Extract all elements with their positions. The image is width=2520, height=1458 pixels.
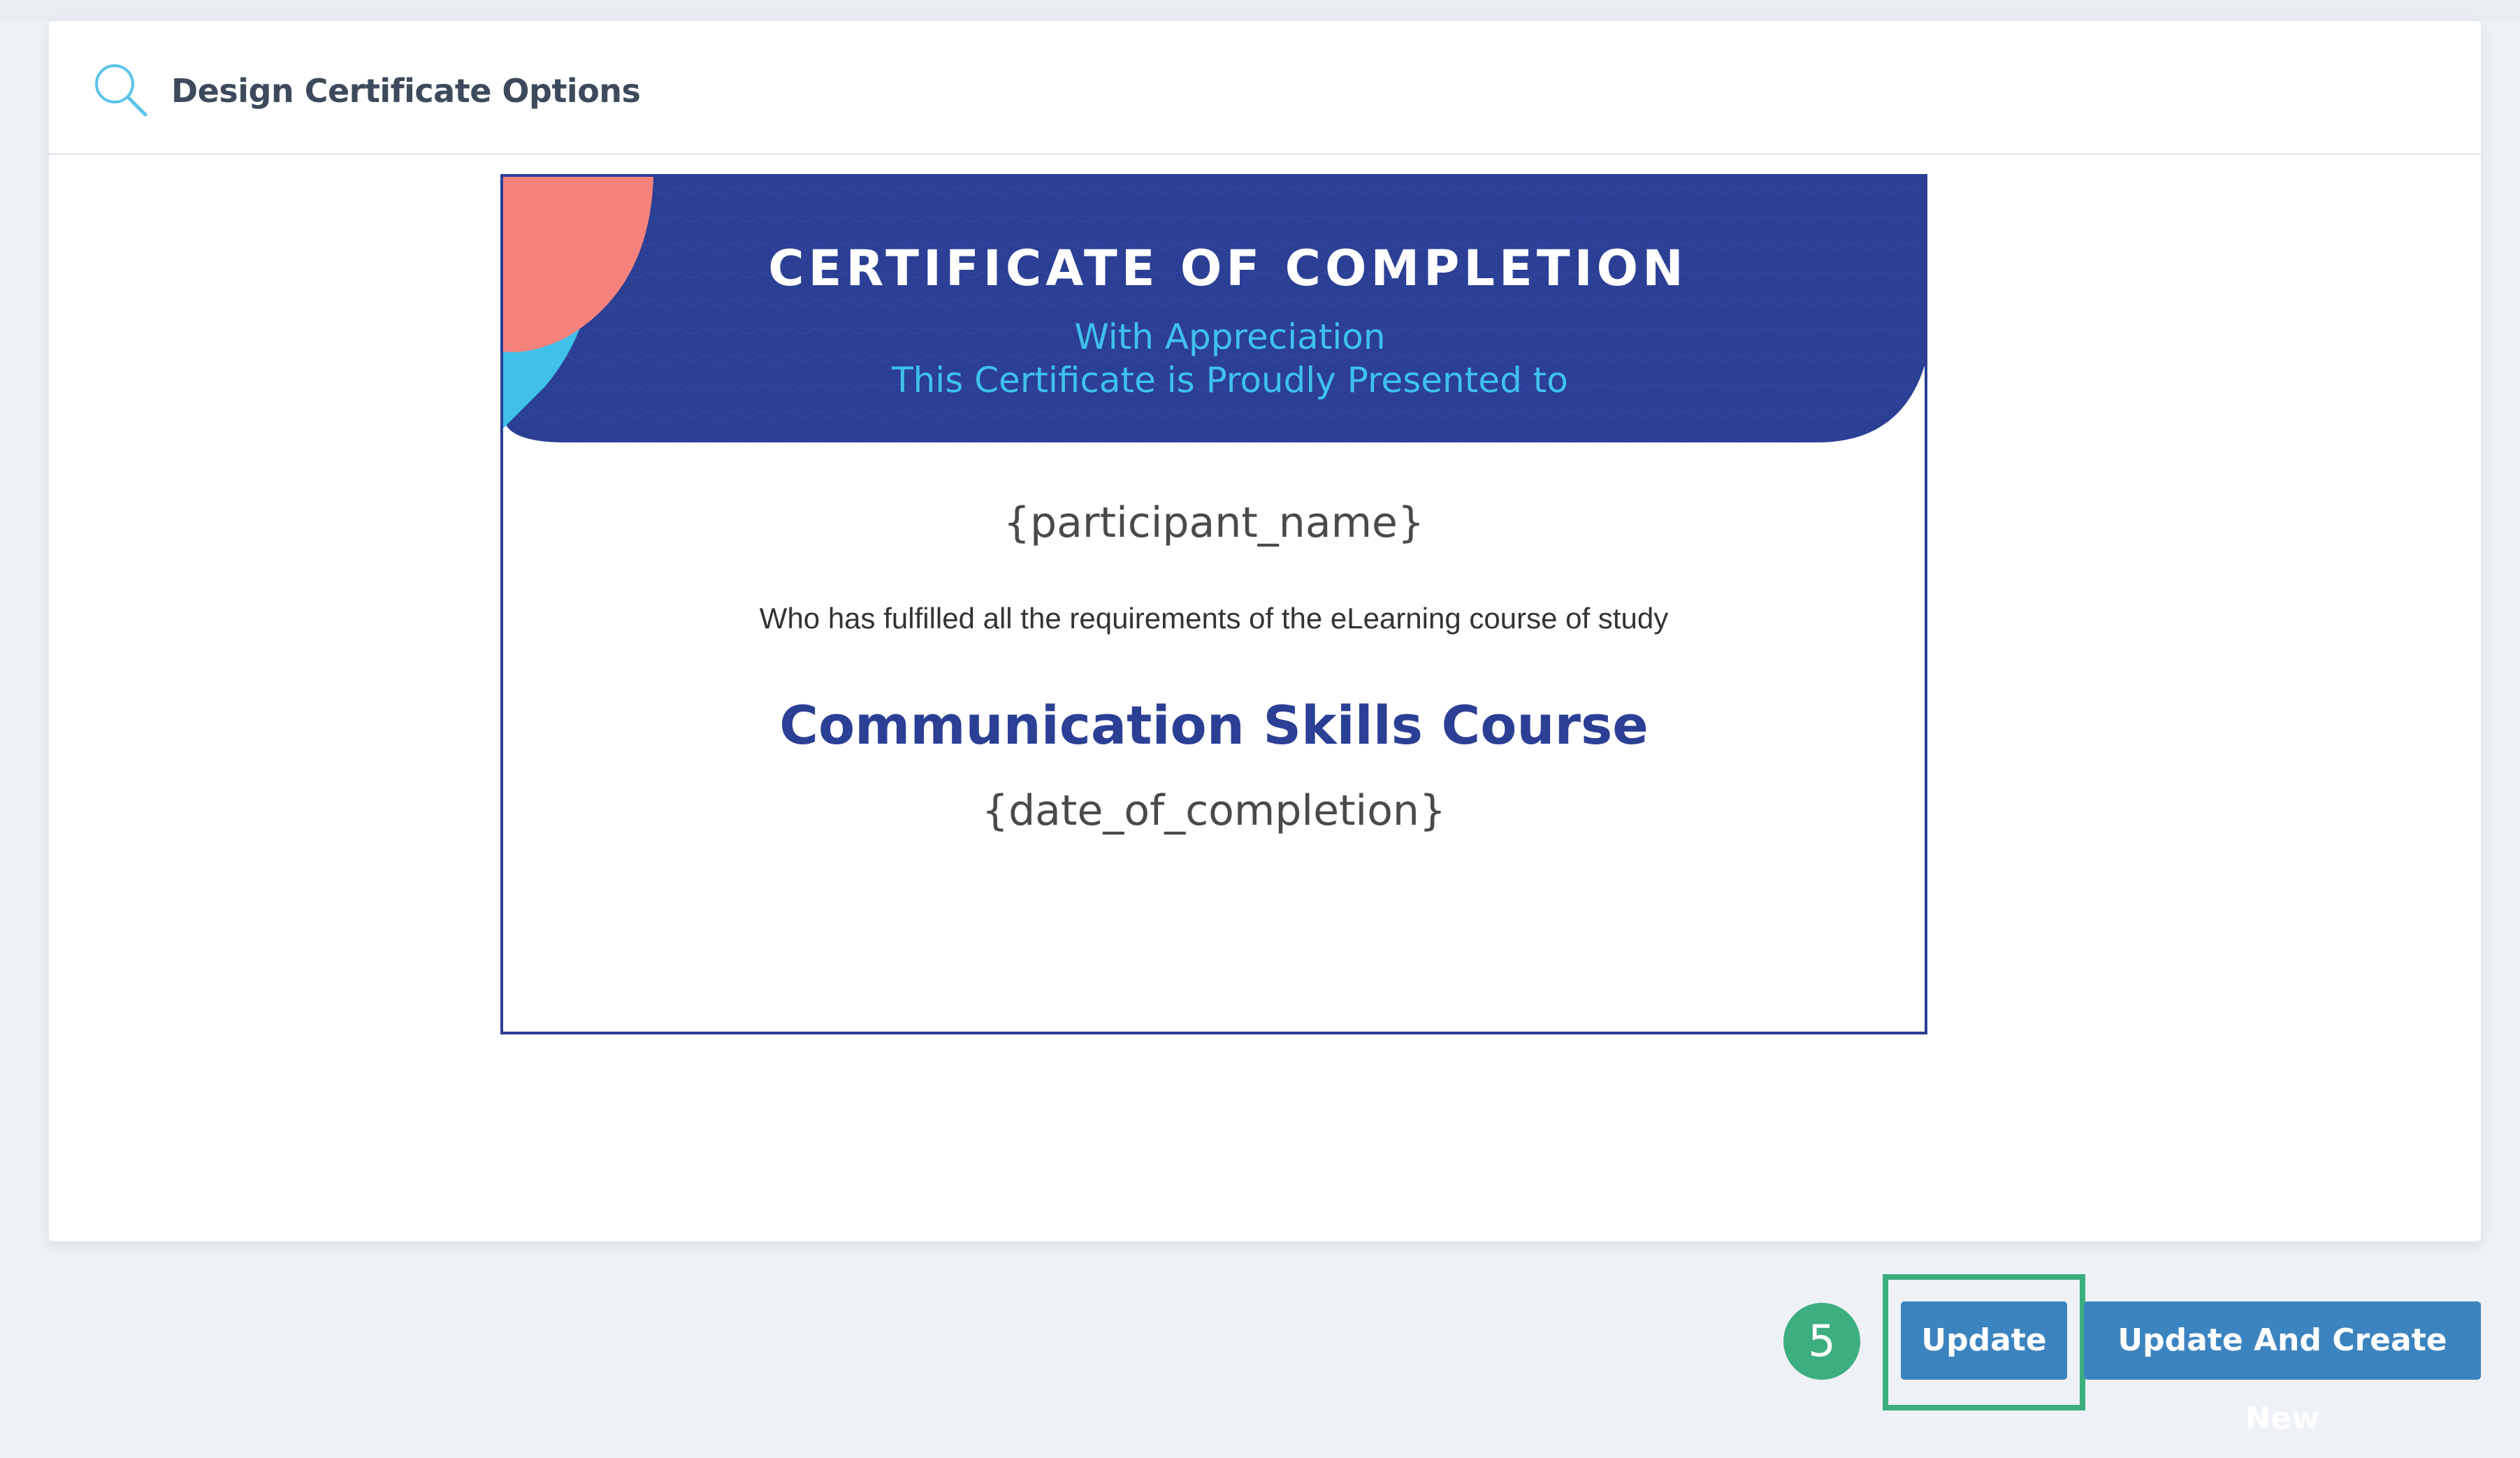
date-of-completion-placeholder: {date_of_completion} bbox=[981, 786, 1447, 835]
certificate-title: CERTIFICATE OF COMPLETION bbox=[768, 240, 1688, 297]
course-name: Communication Skills Course bbox=[779, 694, 1649, 756]
search-icon bbox=[95, 64, 147, 117]
certificate-preview: CERTIFICATE OF COMPLETION With Appreciat… bbox=[500, 174, 1927, 1034]
update-and-create-new-button[interactable]: Update And Create New bbox=[2084, 1301, 2481, 1436]
panel-title: Design Certificate Options bbox=[171, 72, 641, 110]
certificate-subtitle-appreciation: With Appreciation bbox=[1074, 317, 1386, 357]
certificate-body-text: Who has fulfilled all the requirements o… bbox=[759, 602, 1669, 635]
update-button[interactable]: Update bbox=[1901, 1301, 2067, 1380]
certificate-subtitle-presented: This Certificate is Proudly Presented to bbox=[892, 360, 1568, 400]
participant-name-placeholder: {participant_name} bbox=[1003, 498, 1425, 547]
panel-header: Design Certificate Options bbox=[49, 21, 2481, 155]
step-number-badge: 5 bbox=[1783, 1303, 1860, 1380]
certificate-banner bbox=[503, 177, 1925, 442]
top-background-strip bbox=[0, 0, 2520, 21]
